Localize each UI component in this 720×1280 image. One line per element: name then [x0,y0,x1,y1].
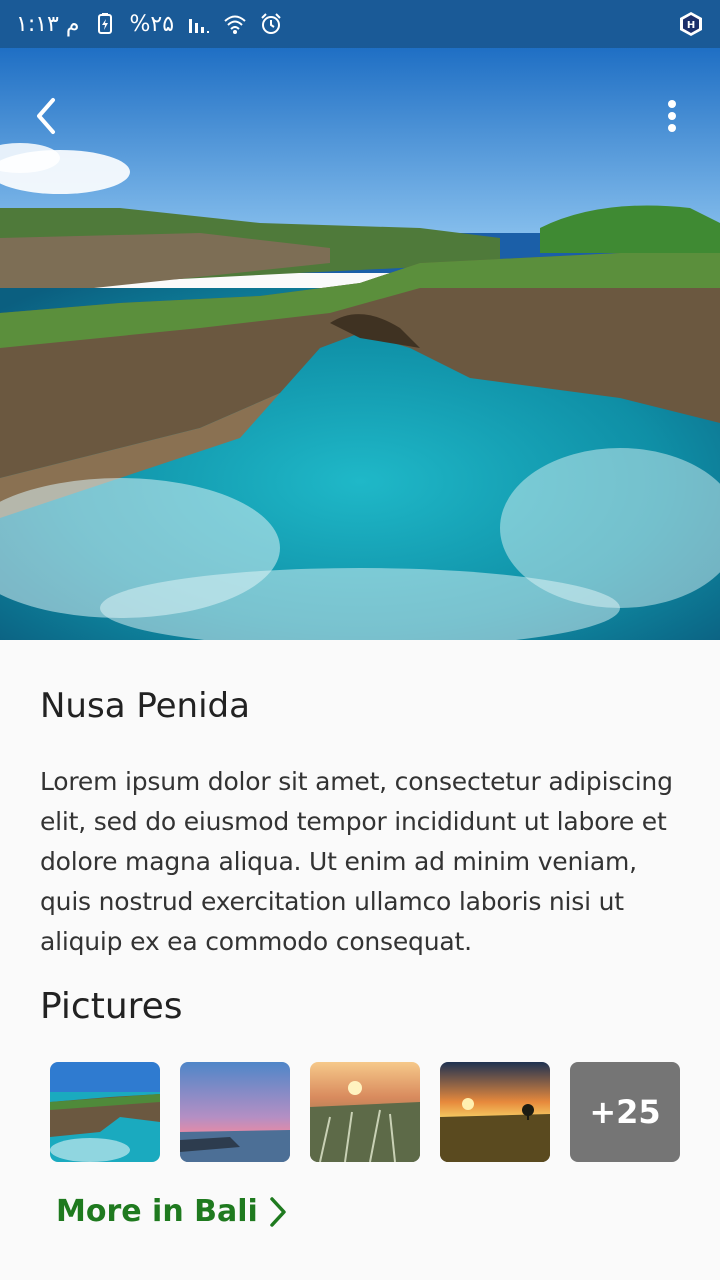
pictures-heading: Pictures [40,986,183,1027]
back-button[interactable] [22,92,70,140]
pictures-gallery: +25 [50,1062,680,1162]
more-pictures-tile[interactable]: +25 [570,1062,680,1162]
alarm-icon [261,13,281,34]
more-in-bali-label: More in Bali [56,1194,258,1229]
hero-landscape [0,48,720,640]
place-title: Nusa Penida [40,686,250,726]
status-bar: م ۱:۱۳ %۲۵ H [0,0,720,48]
signal-icon [189,19,210,33]
place-description: Lorem ipsum dolor sit amet, consectetur … [40,767,673,956]
wifi-icon [224,15,246,34]
picture-thumbnail[interactable] [310,1062,420,1162]
status-left: م ۱:۱۳ %۲۵ [16,12,282,37]
overflow-menu-button[interactable] [648,92,696,140]
status-time: م ۱:۱۳ [16,11,80,37]
picture-thumbnail[interactable] [180,1062,290,1162]
app-shield-icon: H [680,12,702,36]
more-pictures-count: +25 [589,1093,661,1131]
chevron-left-icon [37,98,55,134]
hero-image [0,48,720,640]
kebab-menu-icon [668,100,676,132]
picture-thumbnail[interactable] [440,1062,550,1162]
battery-icon [97,13,112,34]
svg-text:H: H [687,20,695,31]
picture-thumbnail[interactable] [50,1062,160,1162]
chevron-right-icon [270,1196,286,1227]
more-in-bali-link[interactable]: More in Bali [56,1194,288,1229]
status-battery-percent: %۲۵ [129,11,175,37]
